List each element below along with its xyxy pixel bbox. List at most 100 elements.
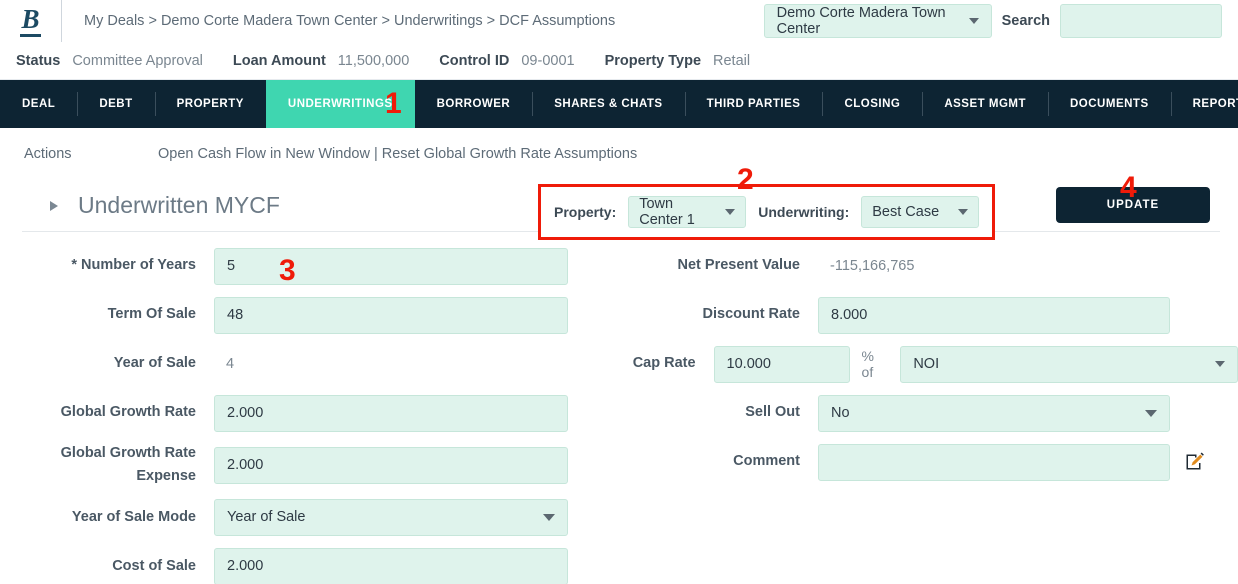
cost-of-sale-label: Cost of Sale xyxy=(112,557,196,574)
nav-tab-debt[interactable]: DEBT xyxy=(77,80,154,128)
breadcrumb[interactable]: My Deals > Demo Corte Madera Town Center… xyxy=(84,13,615,29)
chevron-down-icon xyxy=(725,209,736,215)
deal-selector-dropdown[interactable]: Demo Corte Madera Town Center xyxy=(763,4,992,38)
form-column-right: Net Present Value -115,166,765 Discount … xyxy=(618,246,1238,584)
comment-label: Comment xyxy=(733,453,800,470)
underwriting-dropdown[interactable]: Best Case xyxy=(861,196,980,228)
nav-tab-asset-mgmt[interactable]: ASSET MGMT xyxy=(922,80,1048,128)
actions-row: Actions Open Cash Flow in New Window | R… xyxy=(0,128,1238,180)
status-value: Committee Approval xyxy=(72,52,203,69)
net-present-value-value: -115,166,765 xyxy=(830,258,915,274)
search-input[interactable] xyxy=(1060,4,1222,38)
global-growth-rate-expense-label-line2: Expense xyxy=(136,468,196,485)
cap-rate-label: Cap Rate xyxy=(632,355,696,372)
header-right-group: Demo Corte Madera Town Center Search xyxy=(763,4,1222,38)
loan-amount-key: Loan Amount xyxy=(232,52,326,69)
nav-tab-label: THIRD PARTIES xyxy=(706,98,801,110)
nav-tab-third-parties[interactable]: THIRD PARTIES xyxy=(684,80,823,128)
nav-tab-label: UNDERWRITINGS xyxy=(287,98,393,110)
field-row-net-present-value: Net Present Value -115,166,765 xyxy=(618,246,1238,286)
letter-b-logo-icon: B xyxy=(20,5,41,37)
search-label: Search xyxy=(1001,13,1050,29)
year-of-sale-mode-dropdown[interactable]: Year of Sale xyxy=(214,498,568,536)
field-row-global-growth-rate-expense: Global Growth Rate Expense xyxy=(22,442,618,488)
property-dropdown-value: Town Center 1 xyxy=(639,196,695,228)
underwriting-label: Underwriting: xyxy=(758,204,850,220)
nav-tab-underwritings[interactable]: UNDERWRITINGS xyxy=(265,80,415,128)
field-row-year-of-sale-mode: Year of Sale Mode Year of Sale xyxy=(22,497,618,537)
term-of-sale-input[interactable] xyxy=(214,296,568,334)
nav-tab-closing[interactable]: CLOSING xyxy=(822,80,922,128)
cap-rate-input[interactable] xyxy=(713,345,850,383)
page-title: Underwritten MYCF xyxy=(78,192,280,218)
nav-tab-label: SHARES & CHATS xyxy=(554,98,663,110)
global-growth-rate-label: Global Growth Rate xyxy=(60,404,196,421)
caret-right-icon[interactable] xyxy=(50,200,58,211)
sell-out-value: No xyxy=(831,405,850,421)
main-nav: DEAL DEBT PROPERTY UNDERWRITINGS BORROWE… xyxy=(0,80,1238,128)
field-row-sell-out: Sell Out No xyxy=(618,393,1238,433)
edit-pencil-icon[interactable] xyxy=(1184,451,1206,473)
number-of-years-label: * Number of Years xyxy=(71,257,196,274)
nav-tab-label: DOCUMENTS xyxy=(1070,98,1149,110)
sell-out-dropdown[interactable]: No xyxy=(818,394,1170,432)
nav-tab-shares-and-chats[interactable]: SHARES & CHATS xyxy=(532,80,684,128)
year-of-sale-value: 4 xyxy=(226,356,235,372)
underwriting-dropdown-value: Best Case xyxy=(872,204,940,220)
cost-of-sale-input[interactable] xyxy=(214,547,568,584)
chevron-down-icon xyxy=(968,18,979,24)
net-present-value-label: Net Present Value xyxy=(677,257,801,274)
year-of-sale-mode-value: Year of Sale xyxy=(227,509,306,526)
nav-tab-reports[interactable]: REPORTS xyxy=(1170,80,1238,128)
global-growth-rate-input[interactable] xyxy=(214,394,568,432)
property-type-value: Retail xyxy=(713,52,751,69)
field-row-year-of-sale: Year of Sale 4 xyxy=(22,344,618,384)
nav-tab-documents[interactable]: DOCUMENTS xyxy=(1048,80,1171,128)
actions-label: Actions xyxy=(24,146,72,162)
number-of-years-input[interactable] xyxy=(214,247,568,285)
percent-of-label: % of xyxy=(861,348,874,380)
chevron-down-icon xyxy=(1145,409,1157,417)
field-row-term-of-sale: Term Of Sale xyxy=(22,295,618,335)
chevron-down-icon xyxy=(543,513,555,521)
year-of-sale-mode-label: Year of Sale Mode xyxy=(71,508,196,525)
top-header: B My Deals > Demo Corte Madera Town Cent… xyxy=(0,0,1238,42)
nav-tab-borrower[interactable]: BORROWER xyxy=(415,80,533,128)
year-of-sale-label: Year of Sale xyxy=(113,355,196,372)
section-header: Underwritten MYCF Property: Town Center … xyxy=(22,180,1220,240)
field-row-cap-rate: Cap Rate % of NOI xyxy=(618,344,1238,384)
nav-tab-label: DEAL xyxy=(22,98,56,110)
field-row-global-growth-rate: Global Growth Rate xyxy=(22,393,618,433)
nav-tab-property[interactable]: PROPERTY xyxy=(154,80,266,128)
nav-tab-deal[interactable]: DEAL xyxy=(0,80,77,128)
loan-amount-value: 11,500,000 xyxy=(337,52,410,69)
property-dropdown[interactable]: Town Center 1 xyxy=(628,196,747,228)
chevron-down-icon xyxy=(1215,361,1225,367)
app-page: B My Deals > Demo Corte Madera Town Cent… xyxy=(0,0,1238,584)
discount-rate-label: Discount Rate xyxy=(702,306,801,323)
cap-rate-basis-dropdown[interactable]: NOI xyxy=(900,345,1238,383)
actions-links[interactable]: Open Cash Flow in New Window | Reset Glo… xyxy=(158,146,637,162)
property-label: Property: xyxy=(554,204,617,220)
nav-tab-label: DEBT xyxy=(99,98,133,110)
field-row-cost-of-sale: Cost of Sale xyxy=(22,546,618,584)
discount-rate-input[interactable] xyxy=(818,296,1170,334)
cap-rate-basis-value: NOI xyxy=(913,356,940,372)
update-button[interactable]: UPDATE xyxy=(1056,187,1210,223)
term-of-sale-label: Term Of Sale xyxy=(107,306,196,323)
nav-tab-label: PROPERTY xyxy=(176,98,244,110)
global-growth-rate-expense-input[interactable] xyxy=(214,446,568,484)
chevron-down-icon xyxy=(958,209,969,215)
dcf-assumptions-form: * Number of Years Term Of Sale Year of S… xyxy=(0,232,1238,584)
comment-input[interactable] xyxy=(818,443,1170,481)
app-logo[interactable]: B xyxy=(0,0,62,42)
nav-tab-label: BORROWER xyxy=(436,98,511,110)
nav-tab-label: REPORTS xyxy=(1192,98,1238,110)
sell-out-label: Sell Out xyxy=(745,404,800,421)
form-column-left: * Number of Years Term Of Sale Year of S… xyxy=(0,246,618,584)
global-growth-rate-expense-label-line1: Global Growth Rate xyxy=(60,445,196,461)
nav-tab-label: CLOSING xyxy=(844,98,901,110)
status-key: Status xyxy=(16,52,61,69)
field-row-number-of-years: * Number of Years xyxy=(22,246,618,286)
global-growth-rate-expense-label: Global Growth Rate Expense xyxy=(22,442,214,488)
